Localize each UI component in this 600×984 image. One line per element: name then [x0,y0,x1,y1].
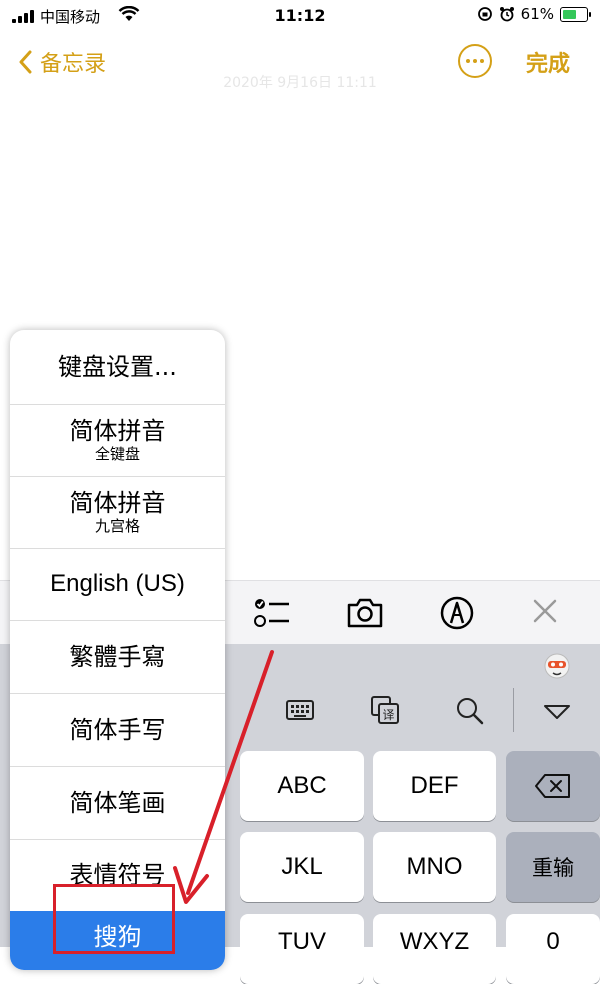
key-label: ABC [277,772,327,799]
close-icon[interactable] [525,595,565,631]
key-wxyz[interactable]: WXYZ [373,914,496,984]
markup-pen-icon[interactable] [437,595,477,631]
dot-icon [473,59,477,63]
sogou-logo-icon[interactable] [542,652,572,680]
camera-icon[interactable] [345,595,385,631]
annotation-highlight-box [53,884,175,954]
key-jkl[interactable]: JKL [240,832,364,902]
delete-key[interactable] [506,751,600,821]
menu-item-sublabel: 全键盘 [94,445,140,463]
menu-item-stroke[interactable]: 简体笔画 [10,766,225,840]
divider [513,688,514,732]
menu-item-label: 简体拼音 [69,417,166,445]
keyboard-icon[interactable] [284,696,316,724]
key-label: TUV [278,928,326,955]
svg-text:译: 译 [382,708,394,722]
battery-percent: 61% [520,5,554,23]
alarm-icon [499,7,514,22]
search-icon[interactable] [455,696,485,726]
key-label: MNO [406,853,463,880]
key-tuv[interactable]: TUV [240,914,364,984]
menu-item-sublabel: 九宫格 [94,517,140,535]
translate-icon[interactable]: 译 [369,694,401,726]
status-bar: 中国移动 11:12 61% [0,0,600,32]
key-abc[interactable]: ABC [240,751,364,821]
orientation-lock-icon [477,7,492,21]
menu-item-label: 简体手写 [69,715,166,744]
hide-keyboard-icon[interactable] [542,702,572,722]
key-label: 0 [546,928,560,955]
menu-item-label: 繁體手寫 [69,642,166,671]
menu-item-traditional-handwriting[interactable]: 繁體手寫 [10,620,225,694]
menu-item-english[interactable]: English (US) [10,548,225,621]
dot-icon [480,59,484,63]
menu-item-label: 简体拼音 [69,489,166,517]
key-label: WXYZ [399,928,470,955]
battery-icon [560,6,591,22]
menu-item-keyboard-settings[interactable]: 键盘设置... [10,330,225,405]
menu-item-pinyin-full[interactable]: 简体拼音 全键盘 [10,404,225,477]
menu-item-label: 简体笔画 [69,788,166,817]
chevron-left-icon [19,50,32,74]
menu-item-label: English (US) [50,570,185,597]
reenter-key[interactable]: 重输 [506,832,600,902]
dot-icon [466,59,470,63]
backspace-icon [535,774,570,798]
menu-item-simplified-handwriting[interactable]: 简体手写 [10,693,225,767]
key-label: 重输 [532,856,574,880]
key-label: JKL [281,853,323,880]
key-zero[interactable]: 0 [506,914,600,984]
keyboard-switch-menu: 键盘设置... 简体拼音 全键盘 简体拼音 九宫格 English (US) 繁… [10,330,225,970]
menu-item-pinyin-9key[interactable]: 简体拼音 九宫格 [10,476,225,549]
note-date: 2020年 9月16日 11:11 [223,75,377,91]
key-label: DEF [410,772,459,799]
checklist-icon[interactable] [252,595,292,631]
key-def[interactable]: DEF [373,751,496,821]
key-mno[interactable]: MNO [373,832,496,902]
menu-item-label: 键盘设置... [58,353,177,381]
